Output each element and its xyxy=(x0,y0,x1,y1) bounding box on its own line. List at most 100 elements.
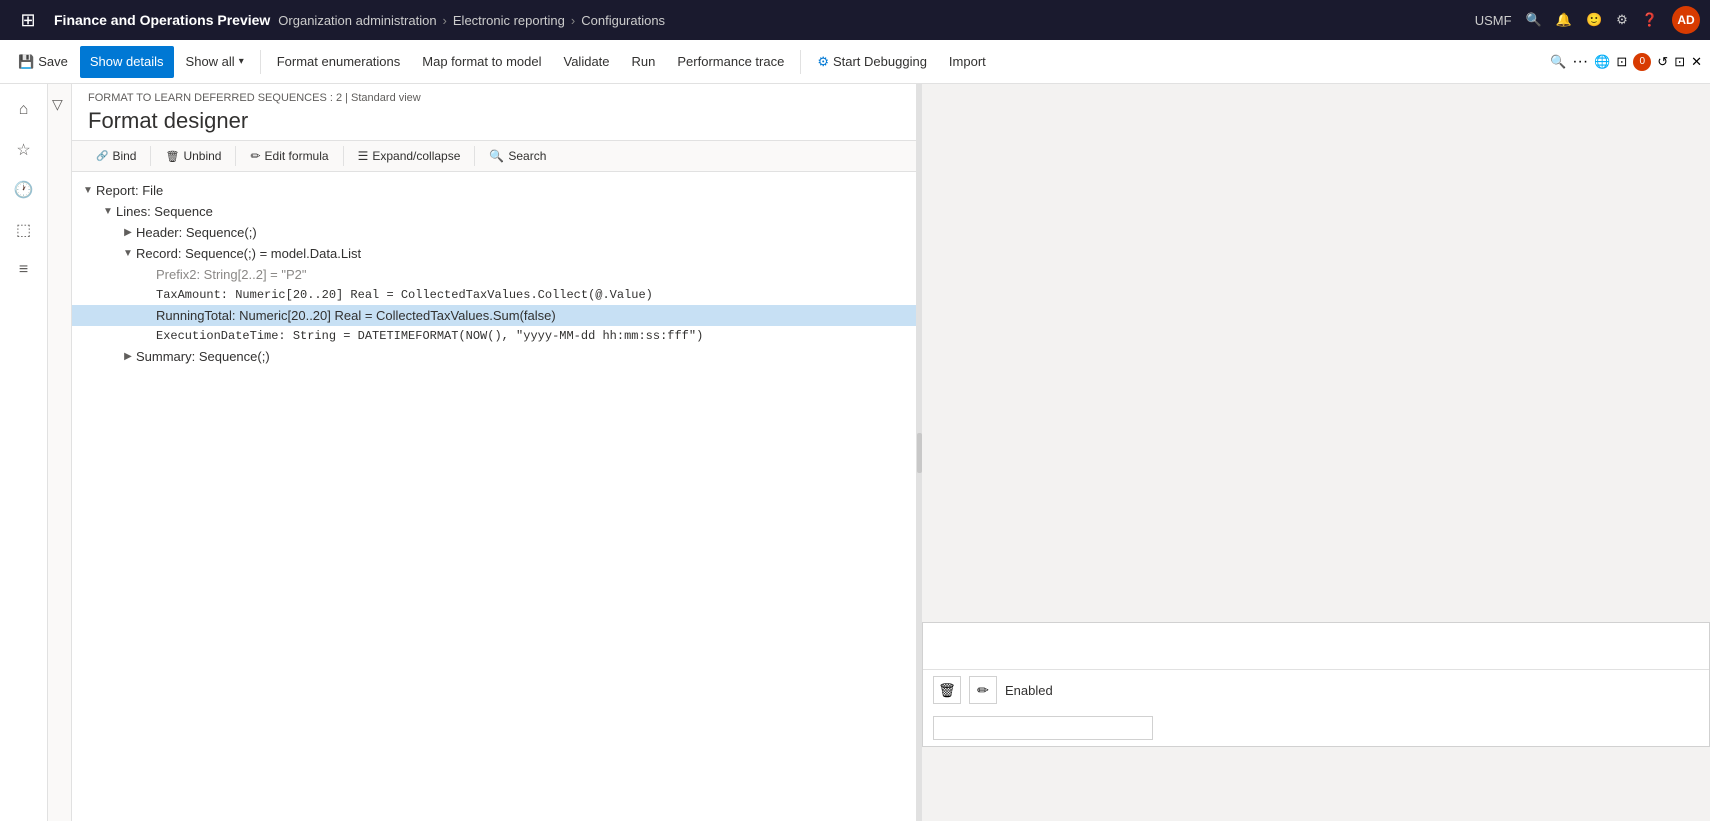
recent-icon[interactable]: 🕐 xyxy=(6,172,42,208)
show-all-button[interactable]: Show all ▾ xyxy=(176,46,254,78)
right-side: 📄 SampleReport (1).txt - Notepad ─ □ ✕ F… xyxy=(922,84,1710,821)
toolbar-sep-1 xyxy=(260,50,261,74)
modules-icon[interactable]: ≡ xyxy=(6,252,42,288)
tree-node-6[interactable]: RunningTotal: Numeric[20..20] Real = Col… xyxy=(72,305,916,326)
tree-label-0: Report: File xyxy=(96,183,908,198)
edit-formula-button[interactable]: ✏ Edit formula xyxy=(242,145,336,167)
dt-sep-3 xyxy=(343,146,344,166)
enabled-label: Enabled xyxy=(1005,683,1053,698)
org-label: USMF xyxy=(1475,13,1512,28)
expand-collapse-icon: ☰ xyxy=(358,149,369,163)
tree-node-7[interactable]: ExecutionDateTime: String = DATETIMEFORM… xyxy=(72,326,916,346)
tree-label-3: Record: Sequence(;) = model.Data.List xyxy=(136,246,908,261)
main-toolbar: 💾 Save Show details Show all ▾ Format en… xyxy=(0,40,1710,84)
search-icon[interactable]: 🔍 xyxy=(1526,12,1542,28)
toolbar-sep-2 xyxy=(800,50,801,74)
delete-icon: 🗑 xyxy=(938,682,956,699)
performance-trace-button[interactable]: Performance trace xyxy=(667,46,794,78)
filter-icon[interactable]: ▽ xyxy=(48,96,63,112)
start-debugging-button[interactable]: ⚙ Start Debugging xyxy=(807,46,937,78)
tree-toggle-0[interactable]: ▼ xyxy=(80,185,96,196)
sidebar-icons: ⌂ ☆ 🕐 ⬚ ≡ xyxy=(0,84,48,821)
designer-breadcrumb: FORMAT TO LEARN DEFERRED SEQUENCES : 2 |… xyxy=(88,92,900,104)
expand-collapse-button[interactable]: ☰ Expand/collapse xyxy=(350,145,469,167)
gear-icon[interactable]: ⚙ xyxy=(1616,12,1628,28)
breadcrumb-item-1[interactable]: Organization administration xyxy=(278,13,436,28)
toolbar-more-icon[interactable]: ··· xyxy=(1572,53,1588,71)
tree-node-0[interactable]: ▼Report: File xyxy=(72,180,916,201)
bind-button[interactable]: 🔗 Bind xyxy=(88,145,144,167)
tree-node-3[interactable]: ▼Record: Sequence(;) = model.Data.List xyxy=(72,243,916,264)
bottom-panel-footer: 🗑 ✏ Enabled xyxy=(923,669,1709,746)
bind-icon: 🔗 xyxy=(96,151,108,162)
run-button[interactable]: Run xyxy=(622,46,666,78)
workspaces-icon[interactable]: ⬚ xyxy=(6,212,42,248)
tree-label-7: ExecutionDateTime: String = DATETIMEFORM… xyxy=(156,329,908,343)
nav-right: USMF 🔍 🔔 🙂 ⚙ ❓ AD xyxy=(1475,6,1700,34)
tree-view: ▼Report: File▼Lines: Sequence▶Header: Se… xyxy=(72,172,916,821)
bell-icon[interactable]: 🔔 xyxy=(1556,12,1572,28)
breadcrumb-item-3[interactable]: Configurations xyxy=(581,13,665,28)
tree-toggle-3[interactable]: ▼ xyxy=(120,248,136,259)
toolbar-close-icon[interactable]: ✕ xyxy=(1691,54,1702,70)
toolbar-refresh-icon[interactable]: ↺ xyxy=(1657,54,1668,70)
tree-label-8: Summary: Sequence(;) xyxy=(136,349,908,364)
toolbar-search-icon[interactable]: 🔍 xyxy=(1550,54,1566,70)
delete-icon-button[interactable]: 🗑 xyxy=(933,676,961,704)
search-button[interactable]: 🔍 Search xyxy=(481,145,554,167)
show-details-button[interactable]: Show details xyxy=(80,46,174,78)
breadcrumb-item-2[interactable]: Electronic reporting xyxy=(453,13,565,28)
user-smile-icon[interactable]: 🙂 xyxy=(1586,12,1602,28)
toolbar-badge: 0 xyxy=(1633,53,1651,71)
tree-toggle-8[interactable]: ▶ xyxy=(120,351,136,362)
unbind-icon: 🗑 xyxy=(165,150,179,163)
bottom-panel-buttons-row: 🗑 ✏ Enabled xyxy=(933,676,1053,704)
tree-toggle-1[interactable]: ▼ xyxy=(100,206,116,217)
tree-toggle-2[interactable]: ▶ xyxy=(120,227,136,238)
tree-node-1[interactable]: ▼Lines: Sequence xyxy=(72,201,916,222)
filter-panel: ▽ xyxy=(48,84,72,821)
save-button[interactable]: 💾 Save xyxy=(8,46,78,78)
import-button[interactable]: Import xyxy=(939,46,996,78)
enabled-input[interactable] xyxy=(933,716,1153,740)
search-icon-designer: 🔍 xyxy=(489,149,504,163)
tree-label-1: Lines: Sequence xyxy=(116,204,908,219)
show-all-label: Show all xyxy=(186,54,235,69)
question-icon[interactable]: ❓ xyxy=(1642,12,1658,28)
edit-icon-button[interactable]: ✏ xyxy=(969,676,997,704)
edit-formula-icon: ✏ xyxy=(250,149,260,163)
app-grid-icon[interactable]: ⊞ xyxy=(10,2,46,38)
tree-node-5[interactable]: TaxAmount: Numeric[20..20] Real = Collec… xyxy=(72,285,916,305)
save-icon: 💾 xyxy=(18,54,34,70)
edit-icon: ✏ xyxy=(977,682,989,699)
dt-sep-2 xyxy=(235,146,236,166)
designer-title: Format designer xyxy=(88,108,900,134)
show-all-chevron: ▾ xyxy=(239,56,244,67)
debug-icon: ⚙ xyxy=(817,54,829,70)
enabled-input-row xyxy=(933,712,1153,740)
tree-node-4[interactable]: Prefix2: String[2..2] = "P2" xyxy=(72,264,916,285)
bottom-panel-content xyxy=(923,623,1709,669)
home-icon[interactable]: ⌂ xyxy=(6,92,42,128)
breadcrumb: Organization administration › Electronic… xyxy=(278,13,665,28)
validate-button[interactable]: Validate xyxy=(554,46,620,78)
breadcrumb-sep-1: › xyxy=(443,13,447,28)
toolbar-globe-icon[interactable]: 🌐 xyxy=(1594,54,1610,70)
format-enumerations-button[interactable]: Format enumerations xyxy=(267,46,411,78)
app-title: Finance and Operations Preview xyxy=(54,12,270,28)
bottom-panel: 🗑 ✏ Enabled xyxy=(922,622,1710,747)
designer-toolbar: 🔗 Bind 🗑 Unbind ✏ Edit formula ☰ Expand/… xyxy=(72,141,916,172)
toolbar-right-icons: 🔍 ··· 🌐 ⊡ 0 ↺ ⊡ ✕ xyxy=(1550,53,1702,71)
breadcrumb-sep-2: › xyxy=(571,13,575,28)
toolbar-layout-icon[interactable]: ⊡ xyxy=(1616,54,1627,70)
tree-node-8[interactable]: ▶Summary: Sequence(;) xyxy=(72,346,916,367)
toolbar-expand-icon[interactable]: ⊡ xyxy=(1674,54,1685,70)
dt-sep-4 xyxy=(474,146,475,166)
unbind-button[interactable]: 🗑 Unbind xyxy=(157,145,229,167)
show-details-label: Show details xyxy=(90,54,164,69)
favorites-icon[interactable]: ☆ xyxy=(6,132,42,168)
map-format-to-model-button[interactable]: Map format to model xyxy=(412,46,551,78)
tree-label-4: Prefix2: String[2..2] = "P2" xyxy=(156,267,908,282)
tree-node-2[interactable]: ▶Header: Sequence(;) xyxy=(72,222,916,243)
avatar[interactable]: AD xyxy=(1672,6,1700,34)
